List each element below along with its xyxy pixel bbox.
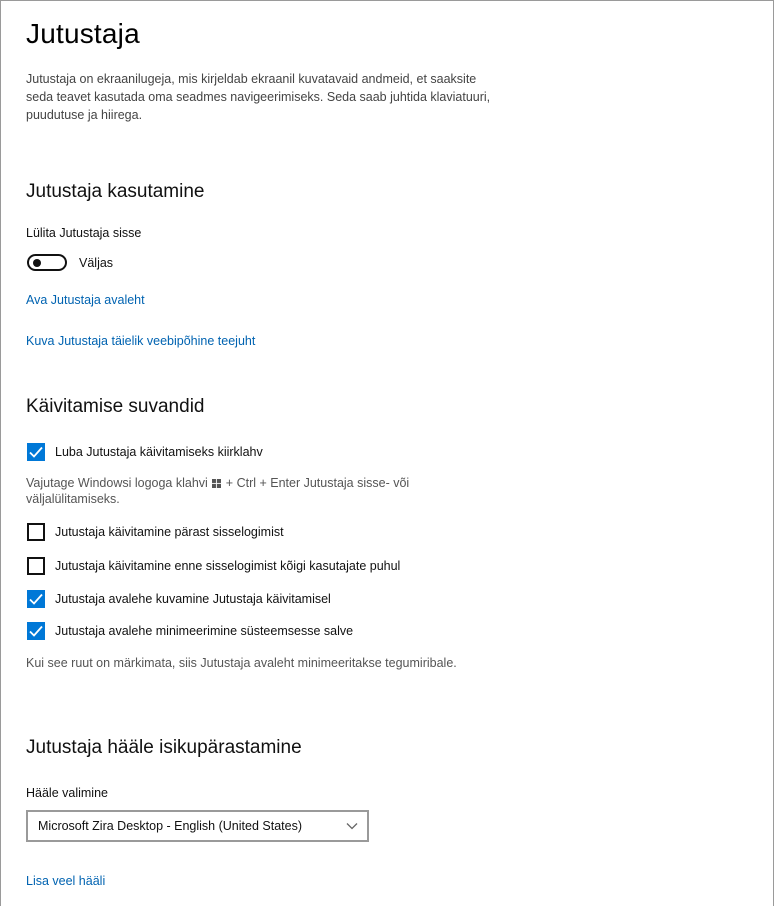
narrator-toggle-switch[interactable] bbox=[27, 254, 67, 271]
page-title: Jutustaja bbox=[26, 18, 140, 49]
start-after-signin-checkbox-row[interactable]: Jutustaja käivitamine pärast sisselogimi… bbox=[27, 523, 284, 541]
voice-select-value: Microsoft Zira Desktop - English (United… bbox=[38, 819, 302, 833]
start-after-signin-checkbox[interactable] bbox=[27, 523, 45, 541]
checkmark-icon bbox=[29, 593, 43, 605]
checkmark-icon bbox=[29, 446, 43, 458]
show-home-on-start-checkbox[interactable] bbox=[27, 590, 45, 608]
tray-hint: Kui see ruut on märkimata, siis Jutustaj… bbox=[26, 656, 457, 670]
add-more-voices-link[interactable]: Lisa veel hääli bbox=[26, 874, 105, 888]
checkmark-icon bbox=[29, 625, 43, 637]
section-title-personalize-voice: Jutustaja hääle isikupärastamine bbox=[26, 737, 302, 758]
windows-logo-icon bbox=[212, 479, 222, 488]
shortcut-key-checkbox-row[interactable]: Luba Jutustaja käivitamiseks kiirklahv bbox=[27, 443, 263, 461]
minimize-to-tray-label: Jutustaja avalehe minimeerimine süsteems… bbox=[55, 624, 354, 638]
narrator-toggle-row: Väljas bbox=[27, 254, 113, 271]
shortcut-hint: Vajutage Windowsi logoga klahvi + Ctrl +… bbox=[26, 475, 496, 507]
toggle-knob bbox=[33, 259, 41, 267]
minimize-to-tray-checkbox-row[interactable]: Jutustaja avalehe minimeerimine süsteems… bbox=[27, 622, 353, 640]
start-before-signin-checkbox[interactable] bbox=[27, 557, 45, 575]
voice-select-label: Hääle valimine bbox=[26, 786, 108, 800]
shortcut-hint-before: Vajutage Windowsi logoga klahvi bbox=[26, 476, 208, 490]
minimize-to-tray-checkbox[interactable] bbox=[27, 622, 45, 640]
start-before-signin-label: Jutustaja käivitamine enne sisselogimist… bbox=[55, 559, 401, 573]
toggle-state-text: Väljas bbox=[79, 255, 114, 270]
show-home-on-start-label: Jutustaja avalehe kuvamine Jutustaja käi… bbox=[55, 592, 331, 606]
open-narrator-home-link[interactable]: Ava Jutustaja avaleht bbox=[26, 293, 145, 307]
section-title-startup-options: Käivitamise suvandid bbox=[26, 396, 205, 417]
shortcut-key-checkbox[interactable] bbox=[27, 443, 45, 461]
chevron-down-icon bbox=[346, 823, 358, 830]
show-home-on-start-checkbox-row[interactable]: Jutustaja avalehe kuvamine Jutustaja käi… bbox=[27, 590, 331, 608]
narrator-guide-link[interactable]: Kuva Jutustaja täielik veebipõhine teeju… bbox=[26, 334, 255, 348]
start-after-signin-label: Jutustaja käivitamine pärast sisselogimi… bbox=[55, 525, 284, 539]
start-before-signin-checkbox-row[interactable]: Jutustaja käivitamine enne sisselogimist… bbox=[27, 557, 400, 575]
voice-select-dropdown[interactable]: Microsoft Zira Desktop - English (United… bbox=[26, 810, 369, 842]
page-description: Jutustaja on ekraanilugeja, mis kirjelda… bbox=[26, 72, 491, 122]
section-title-use-narrator: Jutustaja kasutamine bbox=[26, 181, 205, 202]
shortcut-key-checkbox-label: Luba Jutustaja käivitamiseks kiirklahv bbox=[55, 445, 263, 459]
narrator-toggle-label: Lülita Jutustaja sisse bbox=[26, 226, 142, 240]
